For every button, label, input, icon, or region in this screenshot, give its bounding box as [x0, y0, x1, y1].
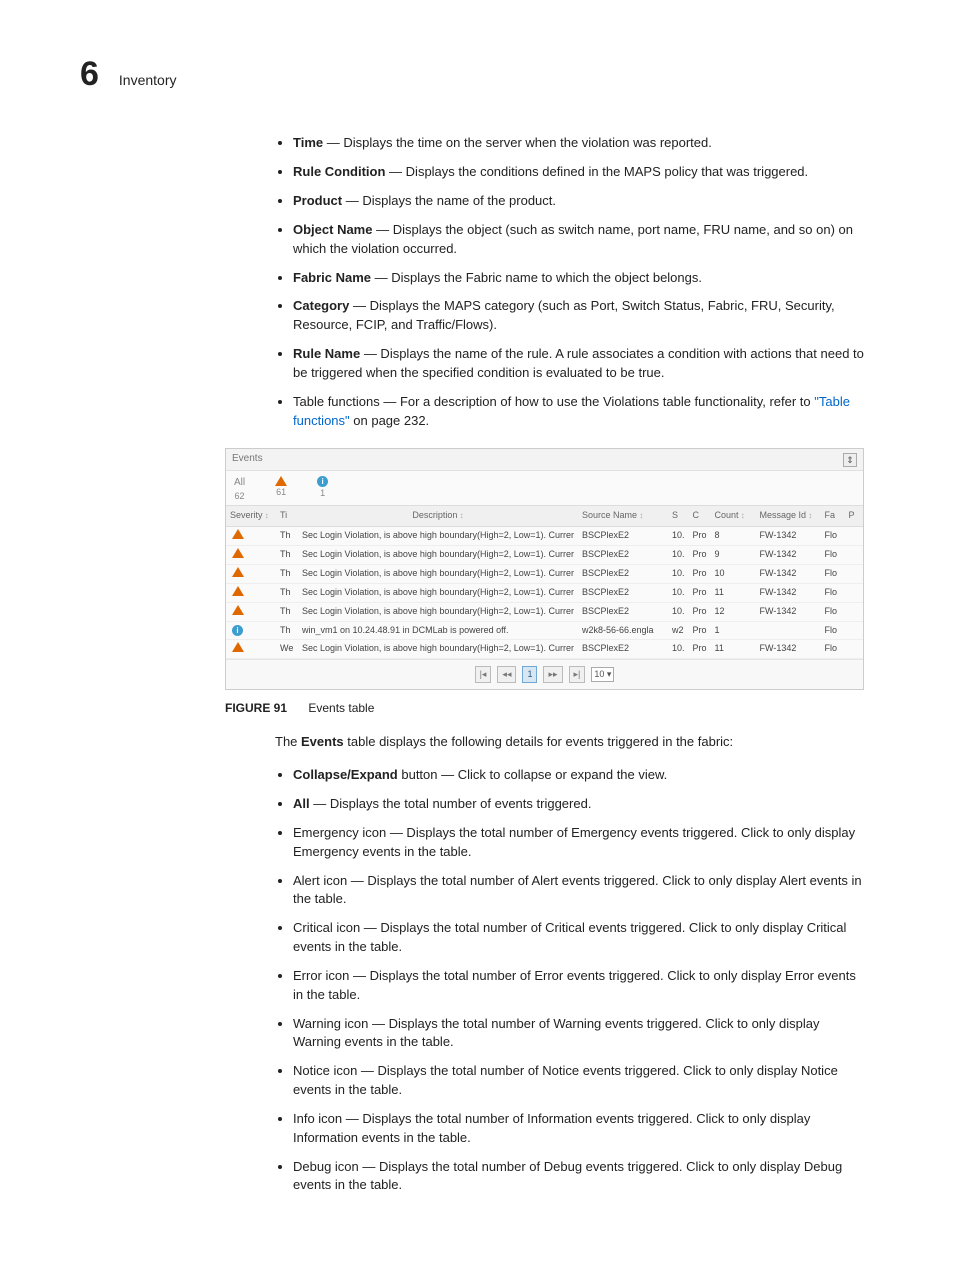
- table-row[interactable]: ThSec Login Violation, is above high bou…: [226, 564, 863, 583]
- violations-field-list: Time — Displays the time on the server w…: [275, 134, 864, 430]
- list-item: Alert icon — Displays the total number o…: [293, 872, 864, 910]
- chapter-number: 6: [80, 50, 99, 99]
- page-first-button[interactable]: |◂: [475, 666, 492, 683]
- collapse-expand-icon[interactable]: ⇕: [843, 453, 857, 467]
- filter-all[interactable]: All 62: [234, 476, 245, 504]
- warning-icon: [232, 605, 244, 615]
- chapter-title: Inventory: [119, 70, 177, 90]
- filter-warning-count: 61: [276, 486, 286, 499]
- list-item: Notice icon — Displays the total number …: [293, 1062, 864, 1100]
- list-item: Emergency icon — Displays the total numb…: [293, 824, 864, 862]
- warning-icon: [232, 548, 244, 558]
- table-row[interactable]: ThSec Login Violation, is above high bou…: [226, 583, 863, 602]
- events-filter-row: All 62 61 i 1: [226, 471, 863, 506]
- col-header-source-name[interactable]: Source Name: [578, 506, 668, 526]
- list-item: Collapse/Expand button — Click to collap…: [293, 766, 864, 785]
- list-item: Info icon — Displays the total number of…: [293, 1110, 864, 1148]
- warning-icon: [232, 642, 244, 652]
- table-row[interactable]: ThSec Login Violation, is above high bou…: [226, 526, 863, 545]
- events-intro: The Events table displays the following …: [275, 733, 864, 752]
- page-number[interactable]: 1: [522, 666, 537, 683]
- warning-icon: [232, 567, 244, 577]
- list-item: Time — Displays the time on the server w…: [293, 134, 864, 153]
- col-header-time[interactable]: Ti: [276, 506, 298, 526]
- events-figure: Events ⇕ All 62 61 i 1 Severity: [225, 448, 864, 689]
- page-last-button[interactable]: ▸|: [569, 666, 586, 683]
- events-table-header-row: Severity Ti Description Source Name S C …: [226, 506, 863, 526]
- figure-number: FIGURE 91: [225, 701, 287, 715]
- events-table: Severity Ti Description Source Name S C …: [226, 505, 863, 658]
- filter-all-label: All: [234, 476, 245, 491]
- table-row[interactable]: ThSec Login Violation, is above high bou…: [226, 602, 863, 621]
- col-header-p[interactable]: P: [845, 506, 863, 526]
- pagination-row: |◂ ◂◂ 1 ▸▸ ▸| 10 ▾: [226, 659, 863, 689]
- list-item: Fabric Name — Displays the Fabric name t…: [293, 269, 864, 288]
- figure-caption-text: Events table: [308, 701, 374, 715]
- col-header-description[interactable]: Description: [298, 506, 578, 526]
- col-header-s[interactable]: S: [668, 506, 689, 526]
- list-item: All — Displays the total number of event…: [293, 795, 864, 814]
- table-row[interactable]: WeSec Login Violation, is above high bou…: [226, 639, 863, 658]
- table-row[interactable]: ThSec Login Violation, is above high bou…: [226, 545, 863, 564]
- filter-info-count: 1: [320, 487, 325, 500]
- info-icon: i: [317, 476, 328, 487]
- list-item: Rule Condition — Displays the conditions…: [293, 163, 864, 182]
- list-item: Critical icon — Displays the total numbe…: [293, 919, 864, 957]
- warning-icon: [232, 529, 244, 539]
- info-icon: i: [232, 625, 243, 636]
- list-item: Warning icon — Displays the total number…: [293, 1015, 864, 1053]
- filter-info[interactable]: i 1: [317, 476, 328, 504]
- figure-caption: FIGURE 91 Events table: [225, 700, 864, 717]
- events-panel: Events ⇕ All 62 61 i 1 Severity: [225, 448, 864, 689]
- filter-warning[interactable]: 61: [275, 476, 287, 504]
- table-row[interactable]: iThwin_vm1 on 10.24.48.91 in DCMLab is p…: [226, 621, 863, 639]
- col-header-message-id[interactable]: Message Id: [756, 506, 821, 526]
- list-item: Error icon — Displays the total number o…: [293, 967, 864, 1005]
- warning-icon: [275, 476, 287, 486]
- col-header-fa[interactable]: Fa: [821, 506, 845, 526]
- list-item: Rule Name — Displays the name of the rul…: [293, 345, 864, 383]
- page-size-select[interactable]: 10 ▾: [591, 667, 614, 682]
- list-item: Product — Displays the name of the produ…: [293, 192, 864, 211]
- col-header-c[interactable]: C: [689, 506, 711, 526]
- page-prev-button[interactable]: ◂◂: [497, 666, 516, 683]
- warning-icon: [232, 586, 244, 596]
- list-item: Category — Displays the MAPS category (s…: [293, 297, 864, 335]
- col-header-count[interactable]: Count: [711, 506, 756, 526]
- list-item: Object Name — Displays the object (such …: [293, 221, 864, 259]
- filter-all-count: 62: [235, 490, 245, 503]
- events-panel-title: Events: [232, 452, 263, 467]
- page-header: 6 Inventory: [80, 50, 864, 99]
- list-item: Table functions — For a description of h…: [293, 393, 864, 431]
- col-header-severity[interactable]: Severity: [226, 506, 276, 526]
- events-field-list: Collapse/Expand button — Click to collap…: [275, 766, 864, 1195]
- list-item: Debug icon — Displays the total number o…: [293, 1158, 864, 1196]
- page-next-button[interactable]: ▸▸: [543, 666, 562, 683]
